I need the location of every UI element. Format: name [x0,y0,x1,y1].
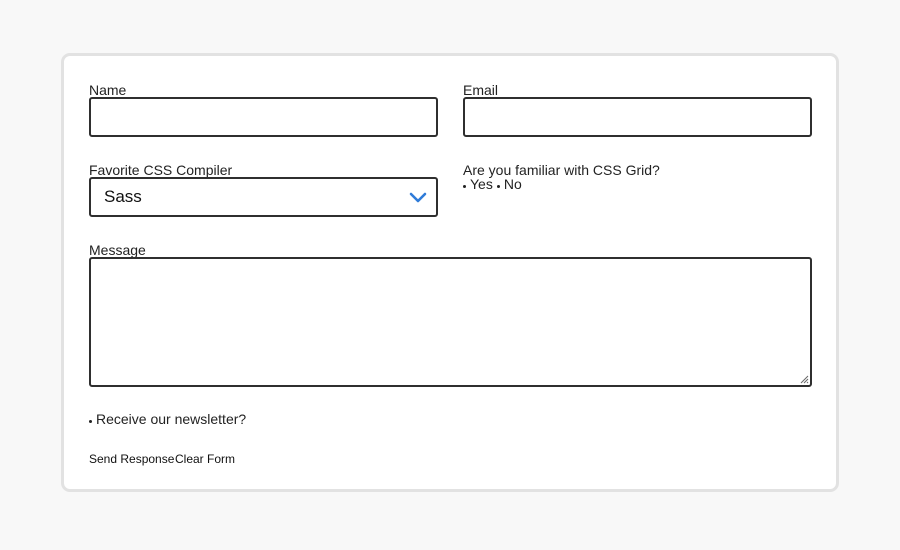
bullet-dot-icon[interactable] [463,184,466,188]
clear-form-button[interactable]: Clear Form [175,452,235,466]
newsletter-label: Receive our newsletter? [96,411,247,427]
message-textarea[interactable] [89,257,812,387]
bullet-dot-icon[interactable] [89,419,92,423]
email-input[interactable] [463,97,812,137]
chevron-down-icon [409,192,427,203]
name-input[interactable] [89,97,438,137]
grid-radio-group: Yes No [463,176,526,192]
resize-handle-icon[interactable] [799,374,809,384]
form-card: Name Email Favorite CSS Compiler Sass Ar… [61,53,839,492]
grid-option-no[interactable]: No [504,176,522,192]
bullet-dot-icon[interactable] [496,184,500,188]
message-label: Message [89,242,146,258]
compiler-selected-value: Sass [104,187,142,206]
send-response-button[interactable]: Send Response [89,452,174,466]
name-label: Name [89,82,127,98]
newsletter-option[interactable]: Receive our newsletter? [89,411,246,427]
compiler-select[interactable]: Sass [89,177,438,217]
grid-option-yes[interactable]: Yes [470,176,493,192]
email-label: Email [463,82,499,98]
compiler-label: Favorite CSS Compiler [89,162,233,178]
